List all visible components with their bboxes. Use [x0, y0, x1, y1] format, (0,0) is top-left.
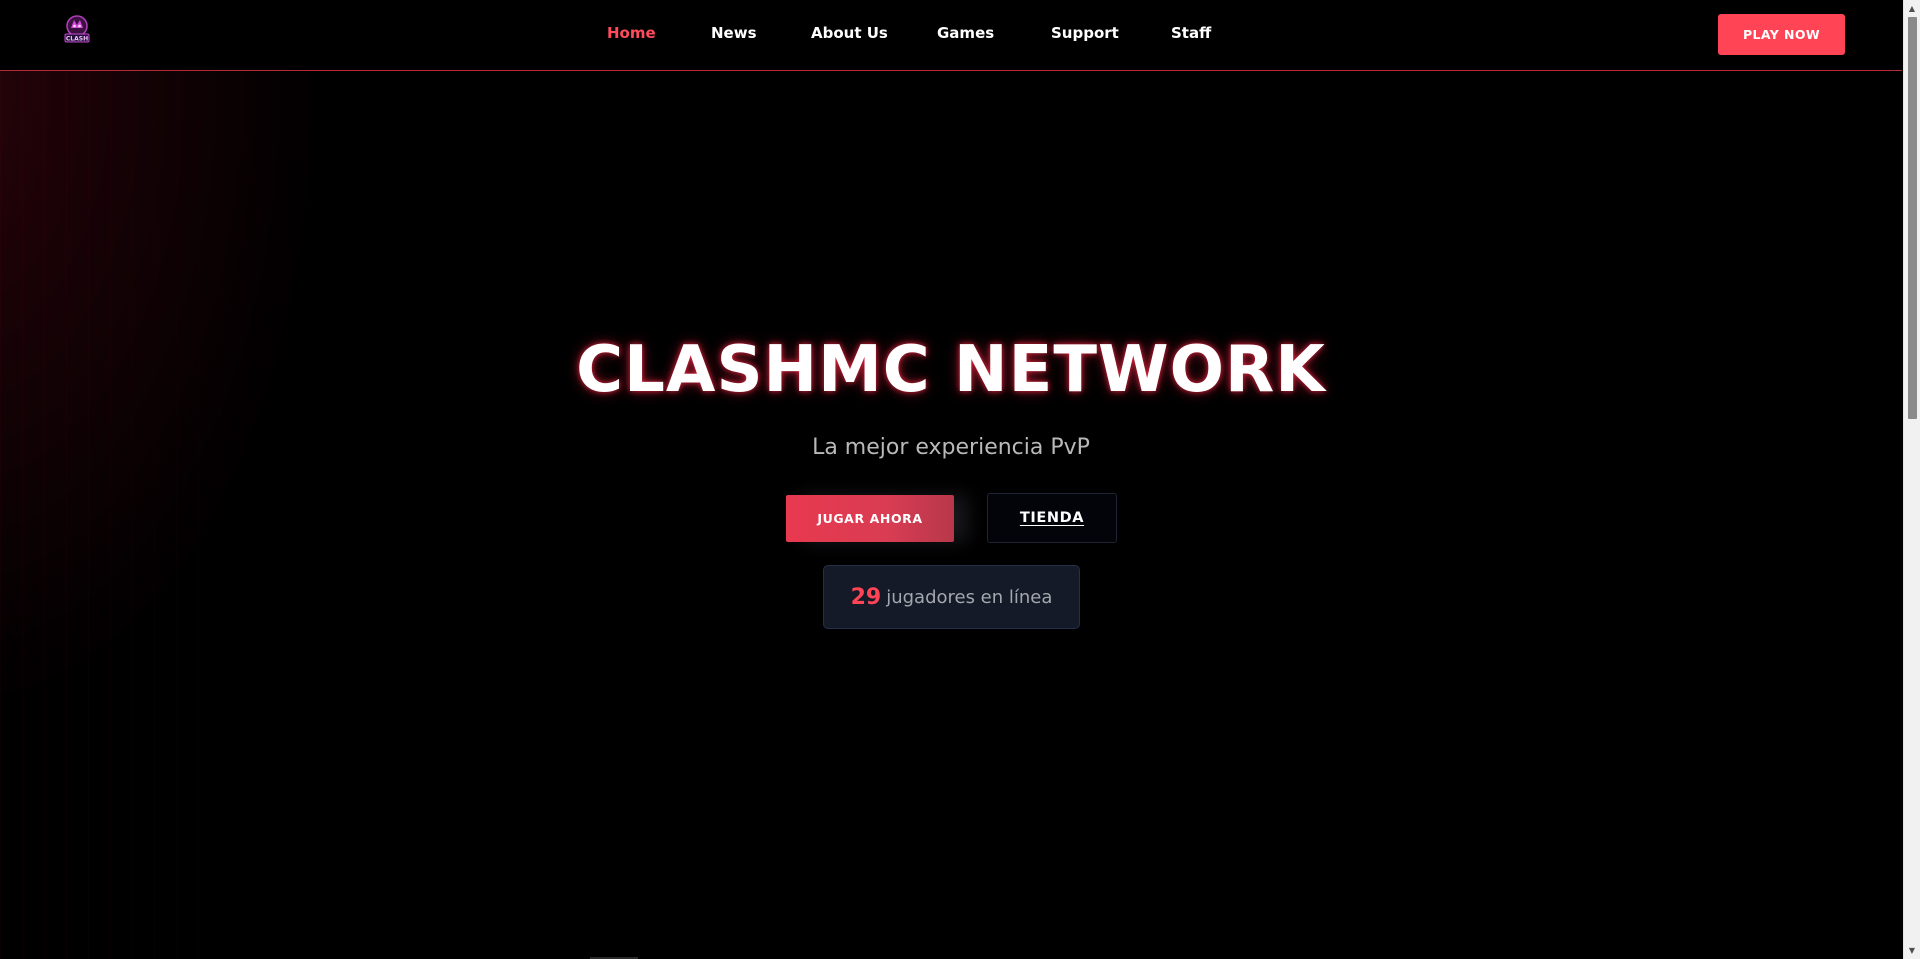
players-label: jugadores en línea: [886, 586, 1053, 608]
hero-subtitle: La mejor experiencia PvP: [812, 435, 1090, 460]
play-now-hero-button[interactable]: JUGAR AHORA: [786, 495, 954, 542]
main-nav: Home News About Us Games Support Staff: [0, 0, 1902, 68]
page: CLASH Home News About Us Games Support S…: [0, 0, 1920, 959]
hero-title: CLASHMC NETWORK: [576, 333, 1326, 407]
scroll-thumb[interactable]: [1908, 17, 1917, 419]
online-players-badge: 29 jugadores en línea: [823, 565, 1080, 629]
nav-link-support[interactable]: Support: [1051, 24, 1119, 42]
nav-link-home[interactable]: Home: [607, 24, 656, 42]
players-count: 29: [850, 584, 882, 610]
navbar: CLASH Home News About Us Games Support S…: [0, 0, 1902, 71]
play-now-button[interactable]: PLAY NOW: [1718, 14, 1845, 55]
scroll-down-arrow-icon[interactable]: ▼: [1904, 942, 1920, 959]
store-button[interactable]: TIENDA: [987, 493, 1117, 543]
scroll-up-arrow-icon[interactable]: ▲: [1904, 0, 1920, 17]
nav-link-about-us[interactable]: About Us: [811, 24, 888, 42]
hero-section: CLASHMC NETWORK La mejor experiencia PvP…: [0, 71, 1902, 959]
nav-link-games[interactable]: Games: [937, 24, 994, 42]
nav-link-staff[interactable]: Staff: [1171, 24, 1211, 42]
nav-link-news[interactable]: News: [711, 24, 757, 42]
page-scrollbar[interactable]: ▲ ▼: [1903, 0, 1920, 959]
hero-background-lines: [0, 71, 420, 959]
